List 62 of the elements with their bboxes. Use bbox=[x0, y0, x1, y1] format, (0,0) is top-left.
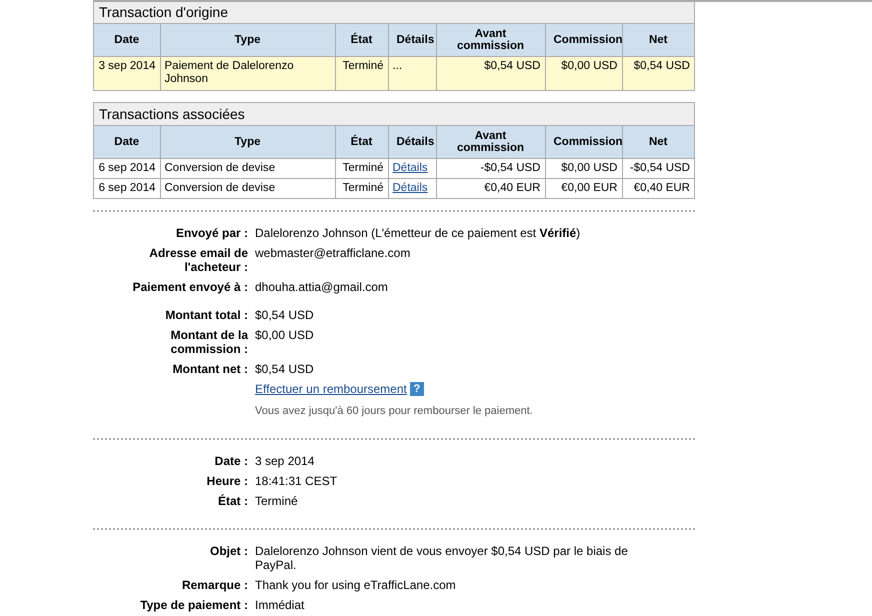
column-header: Net bbox=[622, 126, 694, 158]
table-cell: Conversion de devise bbox=[160, 178, 335, 198]
column-header: Détails bbox=[388, 126, 436, 158]
field-value: 3 sep 2014 bbox=[255, 454, 316, 468]
table-title: Transaction d'origine bbox=[94, 1, 694, 24]
field-value: dhouha.attia@gmail.com bbox=[255, 280, 389, 294]
field-label: Type de paiement : bbox=[139, 598, 248, 612]
field-value: Dalelorenzo Johnson (L'émetteur de ce paiement est Vérifié) bbox=[255, 226, 582, 240]
field-label: Montant de la commission : bbox=[170, 328, 248, 356]
field-label: Remarque : bbox=[180, 578, 248, 592]
field-label: État : bbox=[217, 494, 248, 508]
field-label: Montant total : bbox=[164, 308, 248, 322]
column-header: Type bbox=[160, 24, 335, 56]
field-label: Paiement envoyé à : bbox=[132, 280, 248, 294]
table-cell: 6 sep 2014 bbox=[94, 158, 160, 178]
field-label: Heure : bbox=[206, 474, 248, 488]
table-cell: $0,00 USD bbox=[545, 56, 622, 90]
field-label: Objet : bbox=[209, 544, 248, 560]
column-header: Date bbox=[94, 24, 160, 56]
table-cell: $0,54 USD bbox=[622, 56, 694, 90]
field-label: Adresse email de l'acheteur : bbox=[148, 246, 248, 274]
table-cell: 6 sep 2014 bbox=[94, 178, 160, 198]
column-header: État bbox=[335, 126, 388, 158]
help-icon[interactable]: ? bbox=[410, 382, 424, 396]
table-cell: €0,00 EUR bbox=[545, 178, 622, 198]
table-cell: -$0,54 USD bbox=[436, 158, 545, 178]
field-value: Terminé bbox=[255, 494, 299, 508]
table-cell: Paiement de Dalelorenzo Johnson bbox=[160, 56, 335, 90]
field-value: webmaster@etrafficlane.com bbox=[255, 246, 412, 262]
table-cell: $0,00 USD bbox=[545, 158, 622, 178]
table-cell: 3 sep 2014 bbox=[94, 56, 160, 90]
table-cell: Terminé bbox=[335, 158, 388, 178]
column-header: Avant commission bbox=[436, 24, 545, 56]
field-value: Immédiat bbox=[255, 598, 306, 612]
column-header: État bbox=[335, 24, 388, 56]
field-value: $0,54 USD bbox=[255, 362, 315, 376]
table-cell: €0,40 EUR bbox=[622, 178, 694, 198]
table-cell: €0,40 EUR bbox=[436, 178, 545, 198]
table-cell: Conversion de devise bbox=[160, 158, 335, 178]
column-header: Avant commission bbox=[436, 126, 545, 158]
table-title: Transactions associées bbox=[94, 103, 694, 126]
table-cell: ... bbox=[388, 56, 436, 90]
field-label: Envoyé par : bbox=[174, 226, 248, 240]
field-value: $0,00 USD bbox=[255, 328, 315, 344]
field-label: Date : bbox=[214, 454, 248, 468]
field-value: $0,54 USD bbox=[255, 308, 315, 322]
table-cell: -$0,54 USD bbox=[622, 158, 694, 178]
refund-link[interactable]: Effectuer un remboursement bbox=[255, 382, 407, 396]
field-value: 18:41:31 CEST bbox=[255, 474, 338, 488]
column-header: Net bbox=[622, 24, 694, 56]
field-label: Montant net : bbox=[172, 362, 248, 376]
field-value: Dalelorenzo Johnson vient de vous envoyer $0,54 USD par le biais de PayPal. bbox=[255, 544, 629, 572]
column-header: Commission bbox=[545, 126, 622, 158]
refund-note: Vous avez jusqu'à 60 jours pour rembourser le paiement. bbox=[255, 404, 534, 418]
field-value: Thank you for using eTrafficLane.com bbox=[255, 578, 457, 592]
table-cell: Terminé bbox=[335, 56, 388, 90]
table-cell: Terminé bbox=[335, 178, 388, 198]
table-cell: $0,54 USD bbox=[436, 56, 545, 90]
column-header: Date bbox=[94, 126, 160, 158]
column-header: Type bbox=[160, 126, 335, 158]
column-header: Commission bbox=[545, 24, 622, 56]
column-header: Détails bbox=[388, 24, 436, 56]
